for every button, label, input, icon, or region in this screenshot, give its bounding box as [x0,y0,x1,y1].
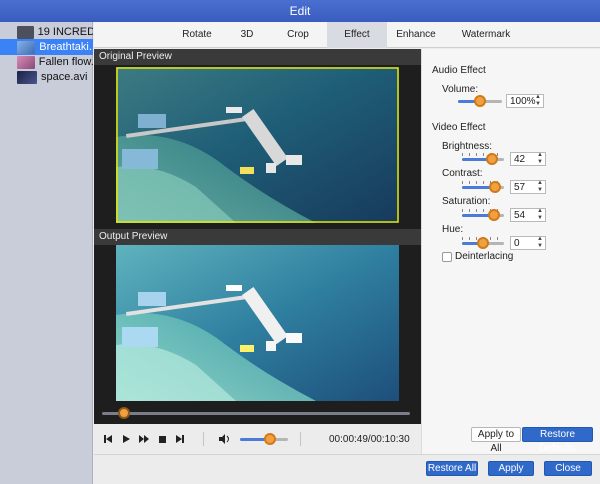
brightness-value-field[interactable]: 42 ▲ ▼ [510,152,546,166]
video-effect-title: Video Effect [432,122,486,133]
aerial-pier-image [116,67,399,223]
file-thumbnail [17,25,34,39]
playback-controls: 00:00:49/00:10:30 [94,424,421,454]
tab-crop[interactable]: Crop [269,22,327,48]
stepper-icon[interactable]: ▲ ▼ [537,152,543,166]
tab-watermark[interactable]: Watermark [445,22,527,48]
output-preview-label: Output Preview [94,229,421,245]
volume-value: 100% [510,95,536,107]
file-name: Breathtaki... [39,41,93,53]
fast-forward-icon[interactable] [135,430,153,448]
timeline[interactable] [94,407,421,419]
divider [300,432,301,446]
saturation-label: Saturation: [442,196,491,207]
tab-effect[interactable]: Effect [327,22,387,48]
skip-back-icon[interactable] [99,430,117,448]
volume-value-field[interactable]: 100% ▲ ▼ [506,94,544,108]
hue-value: 0 [514,237,520,249]
file-thumbnail [17,55,35,69]
saturation-value-field[interactable]: 54 ▲ ▼ [510,208,546,222]
stepper-icon[interactable]: ▲ ▼ [537,208,543,222]
contrast-value: 57 [514,181,526,193]
volume-icon[interactable] [216,430,234,448]
file-thumbnail [17,40,36,54]
time-display: 00:00:49/00:10:30 [329,433,410,445]
file-name: Fallen flow... [38,56,93,68]
file-name: 19 INCRED... [37,26,93,38]
original-preview-video [116,67,399,223]
edit-window: Edit 19 INCRED... Breathtaki... Fallen f… [0,0,600,484]
contrast-value-field[interactable]: 57 ▲ ▼ [510,180,546,194]
effect-settings-panel: Audio Effect Volume: 100% ▲ ▼ Video Effec… [421,49,600,454]
apply-button[interactable]: Apply [488,461,534,476]
timeline-track [102,412,410,415]
saturation-value: 54 [514,209,526,221]
output-preview-video [116,245,399,401]
file-item-1[interactable]: 19 INCRED... [0,24,93,40]
deinterlacing-checkbox[interactable] [442,252,452,262]
hue-label: Hue: [442,224,464,235]
edit-tabs: Rotate 3D Crop Effect Enhance Watermark [94,22,600,48]
play-icon[interactable] [117,430,135,448]
skip-forward-icon[interactable] [171,430,189,448]
stepper-icon[interactable]: ▲ ▼ [537,236,543,250]
divider [203,432,204,446]
contrast-slider[interactable] [462,180,504,194]
saturation-slider[interactable] [462,208,504,222]
brightness-label: Brightness: [442,141,493,152]
file-thumbnail [17,70,37,84]
file-item-2[interactable]: Breathtaki... [0,39,93,55]
tab-enhance[interactable]: Enhance [387,22,445,48]
file-item-4[interactable]: space.avi [0,69,93,85]
brightness-slider[interactable] [462,152,504,166]
stepper-icon[interactable]: ▲ ▼ [537,180,543,194]
volume-slider[interactable] [240,432,288,446]
file-list-sidebar: 19 INCRED... Breathtaki... Fallen flow..… [0,22,93,484]
apply-to-all-button[interactable]: Apply to All [471,427,521,454]
aerial-pier-output-image [116,245,399,401]
window-title: Edit [0,0,600,22]
hue-slider[interactable] [462,236,504,250]
tab-rotate[interactable]: Rotate [169,22,225,48]
brightness-value: 42 [514,153,526,165]
deinterlacing-label: Deinterlacing [455,251,514,262]
tab-3d[interactable]: 3D [225,22,269,48]
timeline-handle[interactable] [118,407,130,419]
restore-all-button[interactable]: Restore All [426,461,478,476]
file-item-3[interactable]: Fallen flow... [0,54,93,70]
hue-value-field[interactable]: 0 ▲ ▼ [510,236,546,250]
close-button[interactable]: Close [544,461,592,476]
restore-defaults-button[interactable]: Restore Defaults [522,427,593,454]
preview-panel: Original Preview Output Preview [94,49,421,424]
stepper-icon[interactable]: ▲ ▼ [535,94,541,108]
audio-volume-slider[interactable] [458,94,502,108]
bottom-action-bar: Restore All Apply Close [94,454,600,484]
file-name: space.avi [41,71,88,83]
original-preview-label: Original Preview [94,49,421,65]
audio-effect-title: Audio Effect [432,65,486,76]
contrast-label: Contrast: [442,168,483,179]
stop-icon[interactable] [153,430,171,448]
